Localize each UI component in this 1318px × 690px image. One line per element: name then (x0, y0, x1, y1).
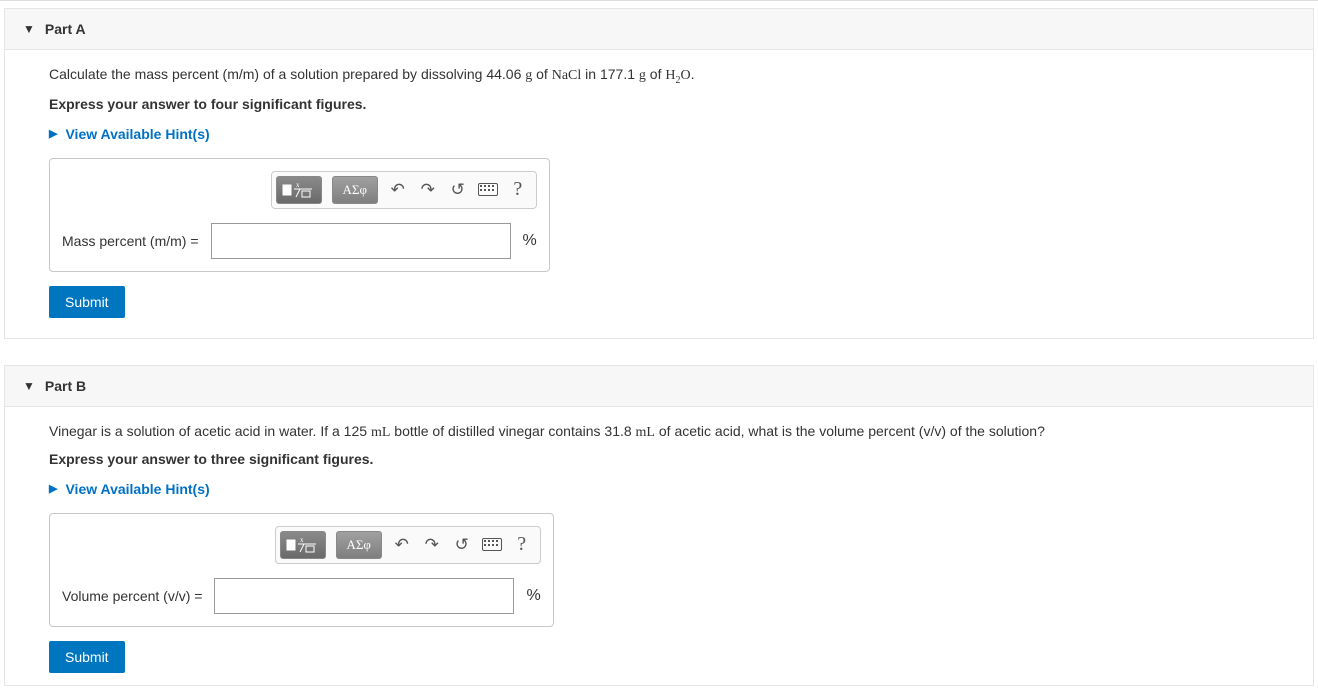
part-a-body: Calculate the mass percent (m/m) of a so… (5, 50, 1313, 338)
collapse-icon: ▼ (23, 379, 35, 393)
redo-icon[interactable]: ↷ (418, 180, 438, 200)
chem-formula: NaCl (552, 68, 582, 83)
collapse-icon: ▼ (23, 22, 35, 36)
part-a-question: Calculate the mass percent (m/m) of a so… (49, 66, 1269, 86)
q-text: of acetic acid, what is the volume perce… (655, 423, 1045, 439)
svg-text:x: x (296, 181, 300, 189)
undo-icon[interactable]: ↶ (392, 535, 412, 555)
q-text: Vinegar is a solution of acetic acid in … (49, 423, 371, 439)
input-row: Volume percent (v/v) = % (62, 578, 541, 614)
q-unit: g (639, 68, 646, 83)
part-a-header[interactable]: ▼ Part A (5, 9, 1313, 50)
answer-box: x ΑΣφ ↶ ↷ ↺ ? Mass percent (m/m) = (49, 158, 550, 272)
help-icon[interactable]: ? (508, 178, 528, 201)
greek-button[interactable]: ΑΣφ (336, 531, 382, 559)
input-row: Mass percent (m/m) = % (62, 223, 537, 259)
submit-button[interactable]: Submit (49, 286, 125, 318)
answer-box: x ΑΣφ ↶ ↷ ↺ ? Volume percent (v/v) = (49, 513, 554, 627)
help-icon[interactable]: ? (512, 533, 532, 556)
keyboard-icon[interactable] (482, 538, 502, 551)
hints-label: View Available Hint(s) (65, 126, 209, 142)
part-b-question: Vinegar is a solution of acetic acid in … (49, 423, 1269, 441)
part-b-instruction: Express your answer to three significant… (49, 451, 1269, 467)
submit-button[interactable]: Submit (49, 641, 125, 673)
input-label: Mass percent (m/m) = (62, 233, 199, 249)
expand-icon: ▶ (49, 482, 57, 495)
templates-icon: x (282, 181, 316, 199)
part-a-instruction: Express your answer to four significant … (49, 96, 1269, 112)
volume-percent-input[interactable] (214, 578, 514, 614)
undo-icon[interactable]: ↶ (388, 180, 408, 200)
redo-icon[interactable]: ↷ (422, 535, 442, 555)
equation-toolbar: x ΑΣφ ↶ ↷ ↺ ? (275, 526, 541, 564)
q-text: Calculate the mass percent (m/m) of a so… (49, 66, 525, 82)
unit-label: % (526, 587, 540, 605)
templates-icon: x (286, 536, 320, 554)
q-text: in 177.1 (581, 66, 639, 82)
reset-icon[interactable]: ↺ (448, 180, 468, 200)
reset-icon[interactable]: ↺ (452, 535, 472, 555)
part-b-body: Vinegar is a solution of acetic acid in … (5, 407, 1313, 685)
q-unit: mL (371, 425, 390, 440)
expand-icon: ▶ (49, 127, 57, 140)
keyboard-icon[interactable] (478, 183, 498, 196)
part-b-container: ▼ Part B Vinegar is a solution of acetic… (4, 365, 1314, 686)
hints-label: View Available Hint(s) (65, 481, 209, 497)
mass-percent-input[interactable] (211, 223, 511, 259)
input-label: Volume percent (v/v) = (62, 588, 202, 604)
view-hints-link[interactable]: ▶ View Available Hint(s) (49, 126, 1269, 142)
q-text: of (532, 66, 551, 82)
part-a-container: ▼ Part A Calculate the mass percent (m/m… (4, 8, 1314, 339)
chem-formula: H2O (665, 68, 690, 83)
q-text: bottle of distilled vinegar contains 31.… (390, 423, 635, 439)
view-hints-link[interactable]: ▶ View Available Hint(s) (49, 481, 1269, 497)
part-b-title: Part B (45, 378, 86, 394)
templates-button[interactable]: x (276, 176, 322, 204)
templates-button[interactable]: x (280, 531, 326, 559)
greek-button[interactable]: ΑΣφ (332, 176, 378, 204)
equation-toolbar: x ΑΣφ ↶ ↷ ↺ ? (271, 171, 537, 209)
part-b-header[interactable]: ▼ Part B (5, 366, 1313, 407)
svg-text:x: x (300, 536, 304, 544)
q-unit: mL (636, 425, 655, 440)
unit-label: % (523, 232, 537, 250)
part-a-title: Part A (45, 21, 86, 37)
q-text: of (646, 66, 665, 82)
q-text: . (691, 66, 695, 82)
